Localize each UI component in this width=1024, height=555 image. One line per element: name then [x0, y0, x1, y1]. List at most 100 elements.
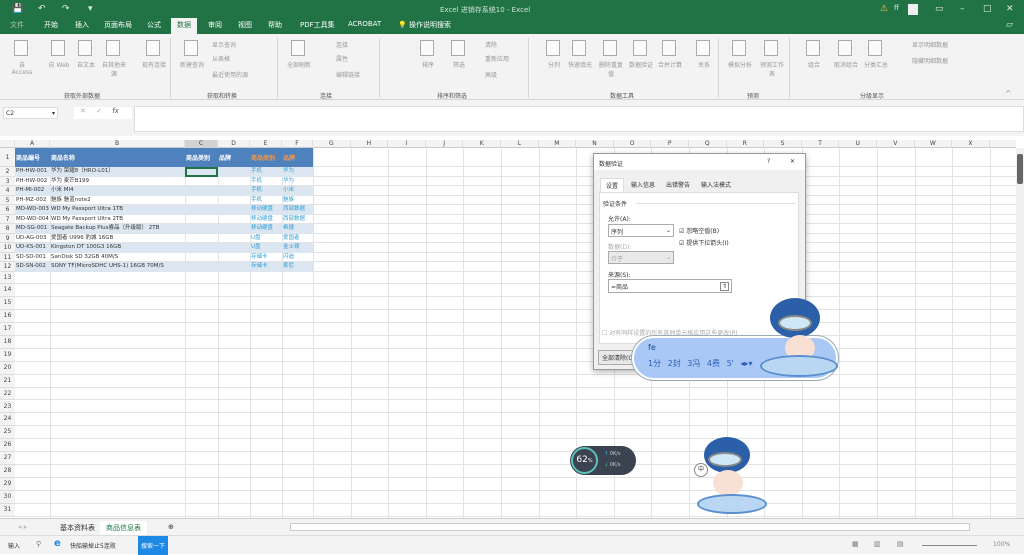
relationships-button[interactable]: 关系 — [690, 60, 718, 69]
row-header[interactable]: 10 — [0, 243, 15, 253]
row-header[interactable]: 27 — [0, 452, 15, 465]
cell[interactable]: 西部数据 — [282, 205, 313, 215]
row-header[interactable]: 23 — [0, 400, 15, 414]
cell[interactable]: 存储卡 — [250, 253, 282, 263]
cell[interactable]: 希捷 — [282, 224, 313, 234]
cell[interactable] — [218, 243, 250, 253]
cell[interactable]: 手机 — [250, 196, 282, 206]
candidate[interactable]: 2封 — [668, 359, 681, 368]
normal-view-icon[interactable]: ▦ — [852, 540, 859, 548]
ignore-blank-checkbox[interactable]: ☑ 忽略空值(B) — [679, 226, 719, 235]
ribbon-small-button[interactable]: 显示明细数据 — [912, 40, 948, 49]
tab-pdf[interactable]: PDF工具集 — [300, 20, 335, 30]
candidate[interactable]: 4费 — [707, 359, 720, 368]
cell[interactable]: 魅族 — [282, 196, 313, 206]
help-button[interactable]: ? — [767, 158, 770, 165]
cell[interactable]: Seagate Backup Plus睿品（升级版） 2TB — [50, 224, 185, 234]
cell[interactable]: 爱国者 — [282, 234, 313, 244]
cell[interactable] — [185, 243, 218, 253]
cell[interactable] — [185, 262, 218, 272]
page-break-icon[interactable]: ▤ — [897, 540, 904, 548]
cell[interactable]: 移动硬盘 — [250, 205, 282, 215]
remove-duplicates-button[interactable]: 删除重复值 — [597, 60, 625, 78]
row-header[interactable]: 2 — [0, 167, 15, 177]
name-box[interactable]: C2 ▾ — [3, 107, 58, 119]
tab-ime-mode[interactable]: 输入法模式 — [701, 180, 731, 189]
maximize-icon[interactable]: □ — [983, 4, 992, 14]
column-header[interactable]: V — [877, 140, 915, 148]
cell[interactable]: UD-AG-003 — [15, 234, 50, 244]
cell[interactable] — [218, 253, 250, 263]
allow-select[interactable]: 序列 ⌄ — [608, 224, 674, 237]
cell[interactable]: 索尼 — [282, 262, 313, 272]
row-header[interactable]: 16 — [0, 310, 15, 324]
select-all-corner[interactable] — [0, 140, 15, 148]
column-title[interactable]: 品牌 — [218, 148, 250, 167]
redo-icon[interactable]: ↷ — [62, 4, 70, 14]
function-icon[interactable]: fx — [112, 107, 119, 115]
ribbon-small-button[interactable]: 连接 — [336, 40, 348, 49]
cell[interactable] — [185, 177, 218, 187]
collapse-ribbon-icon[interactable]: ^ — [1005, 89, 1012, 98]
tab-input-message[interactable]: 输入信息 — [631, 180, 655, 189]
flash-fill-button[interactable]: 快速填充 — [566, 60, 594, 69]
row-header[interactable]: 26 — [0, 439, 15, 453]
add-sheet-icon[interactable]: ⊕ — [162, 521, 180, 533]
network-monitor-widget[interactable]: 62% ↑ 0K/s ↓ 0K/s — [570, 446, 636, 475]
row-header[interactable]: 7 — [0, 214, 15, 224]
text-to-columns-button[interactable]: 分列 — [540, 60, 568, 69]
cell[interactable]: 手机 — [250, 177, 282, 187]
active-cell[interactable] — [185, 167, 218, 177]
close-icon[interactable]: ✕ — [1006, 4, 1014, 14]
horizontal-scrollbar[interactable] — [290, 523, 970, 531]
group-button[interactable]: 组合 — [800, 60, 828, 69]
sheet-tab-basic[interactable]: 基本资料表 — [54, 521, 101, 535]
row-header[interactable]: 1 — [0, 148, 15, 167]
column-header[interactable]: X — [952, 140, 990, 148]
minimize-icon[interactable]: – — [960, 4, 965, 14]
column-header[interactable]: Q — [689, 140, 727, 148]
column-header[interactable]: M — [539, 140, 577, 148]
column-title[interactable]: 商品类别 — [250, 148, 282, 167]
row-header[interactable]: 11 — [0, 252, 15, 262]
cell[interactable]: MD-WD-003 — [15, 205, 50, 215]
ribbon-small-button[interactable]: 高级 — [485, 70, 497, 79]
ribbon-small-button[interactable]: 隐藏明细数据 — [912, 56, 948, 65]
consolidate-button[interactable]: 合并计算 — [656, 60, 684, 69]
row-header[interactable]: 31 — [0, 503, 15, 517]
row-header[interactable]: 5 — [0, 195, 15, 205]
search-button[interactable]: 搜索一下 — [138, 536, 169, 555]
cell[interactable]: PH-MZ-002 — [15, 196, 50, 206]
news-ticker[interactable]: 快船输掉止5连败 — [70, 541, 116, 550]
row-header[interactable]: 30 — [0, 490, 15, 504]
close-button[interactable]: ✕ — [790, 158, 795, 165]
cell[interactable]: 华为 荣耀8（HRO-L01） — [50, 167, 185, 177]
cell[interactable]: 小米 — [282, 186, 313, 196]
row-header[interactable]: 22 — [0, 387, 15, 401]
cell[interactable]: SD-SN-002 — [15, 262, 50, 272]
tab-formulas[interactable]: 公式 — [147, 20, 161, 30]
column-header[interactable]: F — [282, 140, 313, 148]
column-header[interactable]: S — [764, 140, 802, 148]
comments-icon[interactable]: ▱ — [1006, 20, 1013, 30]
cell[interactable]: SONY TF(MicroSDHC UHS-1) 16GB 70M/S — [50, 262, 185, 272]
candidate[interactable]: 5' — [727, 359, 734, 368]
zoom-slider[interactable] — [922, 545, 977, 546]
tab-help[interactable]: 帮助 — [268, 20, 282, 30]
row-header[interactable]: 25 — [0, 426, 15, 440]
tab-error-alert[interactable]: 出错警告 — [666, 180, 690, 189]
prev-sheet-icon[interactable]: ◂ ▸ — [12, 521, 33, 533]
accessibility-icon[interactable]: ⚲ — [36, 540, 41, 548]
column-header[interactable]: A — [15, 140, 50, 148]
cell[interactable] — [218, 177, 250, 187]
cell[interactable]: UD-KS-001 — [15, 243, 50, 253]
tab-file[interactable]: 文件 — [10, 20, 24, 30]
scroll-thumb[interactable] — [1017, 154, 1023, 184]
sort-button[interactable]: 排序 — [414, 60, 442, 69]
row-header[interactable]: 8 — [0, 224, 15, 234]
cell[interactable]: U盘 — [250, 243, 282, 253]
column-header[interactable]: R — [727, 140, 765, 148]
tab-acrobat[interactable]: ACROBAT — [348, 20, 381, 28]
tab-review[interactable]: 审阅 — [208, 20, 222, 30]
cell[interactable]: 手机 — [250, 167, 282, 177]
